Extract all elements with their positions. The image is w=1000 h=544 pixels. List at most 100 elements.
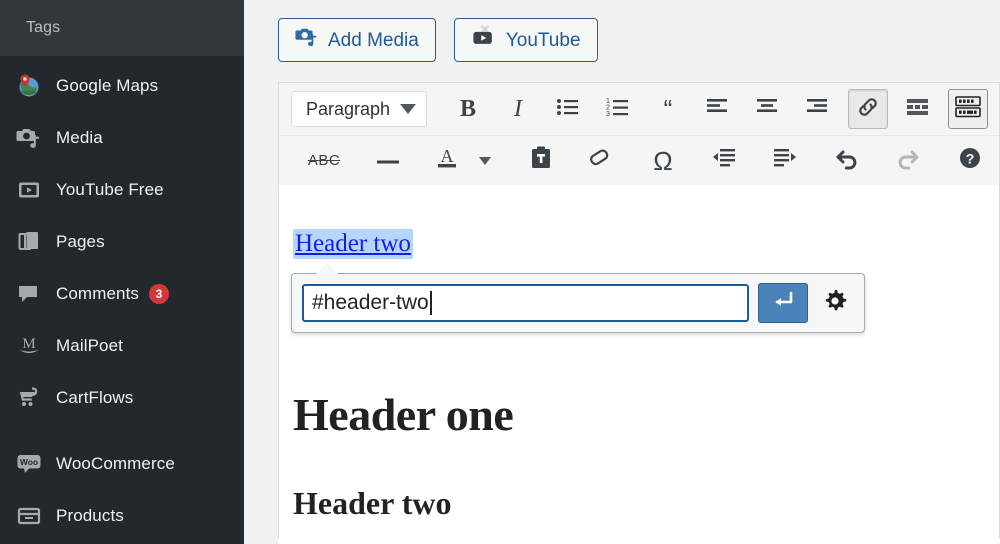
eraser-icon — [587, 146, 613, 175]
add-media-button[interactable]: Add Media — [278, 18, 436, 62]
text-color-button[interactable]: A — [427, 141, 467, 181]
sidebar-item-label: Pages — [56, 232, 105, 251]
indent-button[interactable] — [765, 141, 805, 181]
svg-text:A: A — [441, 146, 454, 166]
horizontal-rule-icon — [376, 152, 400, 170]
text-cursor — [429, 291, 432, 315]
format-select[interactable]: Paragraph — [291, 91, 427, 127]
enter-arrow-icon — [770, 290, 796, 317]
sidebar-item-mailpoet[interactable]: M MailPoet — [0, 320, 244, 372]
globe-pin-icon — [12, 69, 46, 103]
selected-link-text[interactable]: Header two — [293, 229, 413, 259]
quote-icon: “ — [663, 94, 673, 124]
text-color-dropdown-button[interactable] — [472, 141, 498, 181]
sidebar-item-products[interactable]: Products — [0, 490, 244, 542]
outdent-icon — [711, 148, 737, 173]
undo-arrow-icon — [835, 146, 861, 175]
youtube-play-icon — [471, 25, 497, 55]
sidebar-content-gap — [244, 0, 278, 544]
clear-formatting-button[interactable] — [580, 141, 620, 181]
omega-icon: Ω — [653, 145, 673, 176]
woo-bubble-icon: Woo — [12, 447, 46, 481]
bulleted-list-button[interactable] — [548, 89, 588, 129]
format-select-value: Paragraph — [306, 98, 391, 119]
heading-two: Header two — [293, 485, 452, 521]
insert-link-button[interactable] — [848, 89, 888, 129]
sidebar-item-media[interactable]: Media — [0, 112, 244, 164]
align-center-button[interactable] — [748, 89, 788, 129]
sidebar-item-label: Media — [56, 128, 103, 147]
paste-as-text-button[interactable] — [521, 141, 561, 181]
redo-button[interactable] — [887, 141, 927, 181]
blockquote-button[interactable]: “ — [648, 89, 688, 129]
toolbar-toggle-button[interactable] — [948, 89, 988, 129]
link-url-value: #header-two — [312, 291, 429, 314]
media-buttons-bar: Add Media YouTube — [278, 0, 1000, 82]
strikethrough-icon: ABC — [307, 152, 341, 169]
svg-text:?: ? — [966, 151, 975, 167]
sidebar-item-label: WooCommerce — [56, 454, 175, 473]
sidebar-item-pages[interactable]: Pages — [0, 216, 244, 268]
strikethrough-button[interactable]: ABC — [299, 141, 349, 181]
indent-icon — [772, 148, 798, 173]
editor-toolbar-row-1: Paragraph B I 1 2 3 “ — [279, 83, 999, 135]
link-options-button[interactable] — [816, 284, 854, 322]
sidebar-item-label: YouTube Free — [56, 180, 164, 199]
editor-content-area[interactable]: Header two #header-two Header one Header… — [278, 185, 1000, 539]
text-color-icon: A — [434, 145, 460, 176]
camera-music-icon — [12, 121, 46, 155]
keyboard-icon — [955, 95, 981, 123]
sidebar-item-woocommerce[interactable]: Woo WooCommerce — [0, 438, 244, 490]
outdent-button[interactable] — [704, 141, 744, 181]
sidebar-item-comments[interactable]: Comments 3 — [0, 268, 244, 320]
sidebar-item-google-maps[interactable]: Google Maps — [0, 60, 244, 112]
italic-button[interactable]: I — [498, 89, 538, 129]
post-editor: Add Media YouTube Paragraph B I 1 2 3 “ … — [278, 0, 1000, 544]
wordpress-classic-editor-screen: Tags Google Maps Media YouTube Free Page… — [0, 0, 1000, 544]
align-center-icon — [756, 98, 780, 121]
sidebar-item-label: MailPoet — [56, 336, 123, 355]
youtube-button[interactable]: YouTube — [453, 18, 598, 62]
bulleted-list-icon — [556, 97, 580, 122]
sidebar-item-label: Google Maps — [56, 76, 159, 95]
special-character-button[interactable]: Ω — [643, 141, 683, 181]
sidebar-header-tags[interactable]: Tags — [0, 0, 244, 56]
cart-icon — [12, 381, 46, 415]
read-more-icon — [906, 98, 930, 121]
sidebar-header-label: Tags — [26, 19, 61, 36]
apply-link-button[interactable] — [758, 283, 808, 323]
keyboard-shortcuts-button[interactable]: ? — [950, 141, 990, 181]
align-left-button[interactable] — [698, 89, 738, 129]
bold-icon: B — [459, 96, 476, 122]
sidebar-item-label: CartFlows — [56, 388, 134, 407]
align-left-icon — [706, 98, 730, 121]
align-right-button[interactable] — [798, 89, 838, 129]
help-question-icon: ? — [957, 145, 983, 176]
play-rectangle-icon — [12, 173, 46, 207]
sidebar-item-cartflows[interactable]: CartFlows — [0, 372, 244, 424]
undo-button[interactable] — [828, 141, 868, 181]
youtube-label: YouTube — [505, 29, 581, 51]
clipboard-icon — [529, 145, 553, 176]
camera-music-icon — [295, 25, 319, 55]
italic-icon: I — [514, 96, 522, 122]
sidebar-item-youtube-free[interactable]: YouTube Free — [0, 164, 244, 216]
add-media-label: Add Media — [328, 29, 419, 51]
gear-icon — [822, 288, 848, 319]
editor-toolbar: Paragraph B I 1 2 3 “ ABC A Ω ? — [278, 82, 1000, 185]
svg-text:M: M — [22, 336, 35, 352]
link-url-input[interactable]: #header-two — [302, 284, 749, 322]
chevron-down-icon — [479, 156, 491, 165]
align-right-icon — [806, 98, 830, 121]
horizontal-rule-button[interactable] — [368, 141, 408, 181]
sidebar-item-label: Products — [56, 506, 124, 525]
chevron-down-icon — [400, 104, 416, 114]
redo-arrow-icon — [894, 146, 920, 175]
read-more-button[interactable] — [898, 89, 938, 129]
bold-button[interactable]: B — [448, 89, 488, 129]
numbered-list-icon: 1 2 3 — [606, 97, 630, 122]
link-toolbar-popup: #header-two — [291, 273, 865, 333]
sidebar-item-label: Comments — [56, 284, 139, 303]
numbered-list-button[interactable]: 1 2 3 — [598, 89, 638, 129]
pages-stack-icon — [12, 225, 46, 259]
